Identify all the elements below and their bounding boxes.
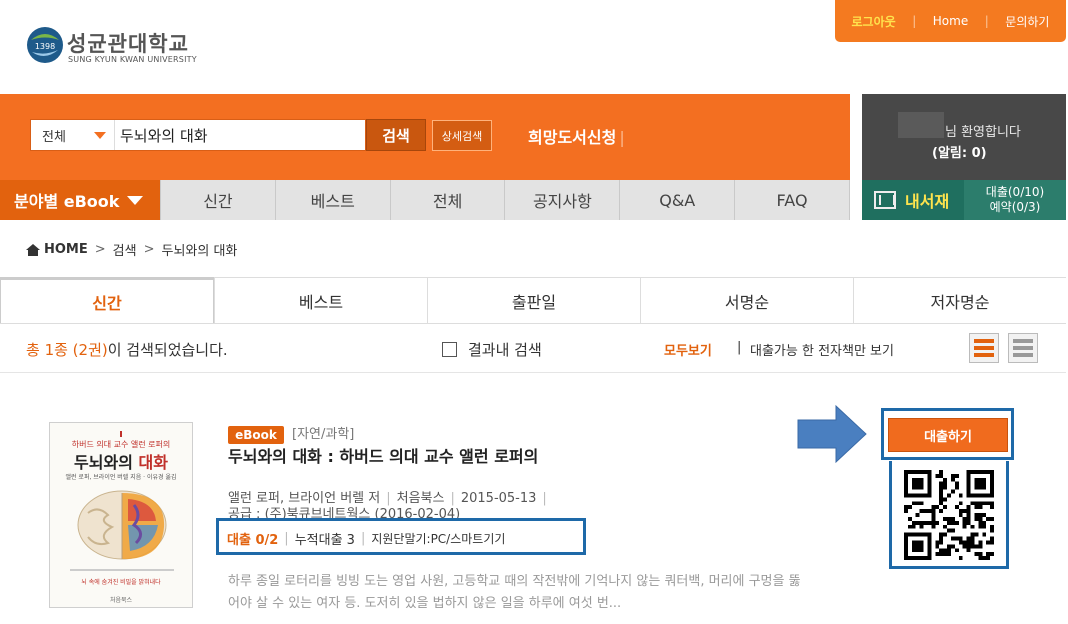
- my-shelf-button[interactable]: 내서재: [862, 180, 964, 220]
- university-logo[interactable]: 1398 성균관대학교 SUNG KYUN KWAN UNIVERSITY: [26, 26, 226, 70]
- separator: |: [619, 128, 625, 147]
- home-icon: [26, 244, 40, 256]
- ebook-badge: eBook: [228, 426, 284, 444]
- logout-link[interactable]: 로그아웃: [852, 13, 896, 30]
- inquiry-link[interactable]: 문의하기: [1005, 13, 1049, 30]
- result-count-suffix: 이 검색되었습니다.: [107, 341, 228, 359]
- sort-tab-author[interactable]: 저자명순: [853, 278, 1066, 323]
- search-scope-value: 전체: [42, 130, 66, 145]
- cover-text-line: [70, 569, 174, 571]
- cumulative-loans: 누적대출 3: [294, 533, 355, 548]
- username-redacted: [898, 112, 944, 138]
- grid-view-icon[interactable]: [1008, 333, 1038, 363]
- breadcrumb-search[interactable]: 검색: [113, 240, 137, 259]
- dropdown-arrow-icon: [94, 132, 106, 139]
- logo-emblem-icon: 1398: [27, 27, 63, 63]
- book-description: 하루 종일 로터리를 빙빙 도는 영업 사원, 고등학교 때의 작전밖에 기억나…: [228, 574, 801, 611]
- welcome-text: 님 환영합니다: [945, 125, 1021, 140]
- borrow-button[interactable]: 대출하기: [888, 418, 1008, 452]
- pointer-arrow-icon: [797, 404, 867, 464]
- reservation-count: 예약(0/3): [989, 200, 1041, 214]
- cover-authors: 앨런 로퍼, 브라이언 버렐 지음 · 이유경 옮김: [65, 474, 177, 481]
- hope-book-request-label: 희망도서신청: [528, 128, 617, 147]
- sort-tabs: 신간 베스트 출판일 서명순 저자명순: [0, 277, 1066, 324]
- search-button[interactable]: 검색: [366, 119, 426, 151]
- nav-tab-all[interactable]: 전체: [389, 180, 505, 220]
- sort-tab-title[interactable]: 서명순: [640, 278, 853, 323]
- book-date: 2015-05-13: [460, 491, 537, 506]
- sort-tab-pubdate[interactable]: 출판일: [427, 278, 640, 323]
- separator: |: [737, 340, 742, 355]
- bookshelf-icon: [874, 191, 896, 209]
- list-view-icon[interactable]: [969, 333, 999, 363]
- logo-english-name: SUNG KYUN KWAN UNIVERSITY: [68, 55, 197, 64]
- alert-count[interactable]: (알림: 0): [932, 142, 987, 161]
- nav-tab-new[interactable]: 신간: [160, 180, 275, 220]
- cover-title: 두뇌와의 대화: [74, 453, 168, 472]
- book-cover[interactable]: 하버드 의대 교수 앨런 로퍼의 두뇌와의 대화 앨런 로퍼, 브라이언 버렐 …: [49, 422, 193, 608]
- breadcrumb-home[interactable]: HOME: [44, 242, 88, 257]
- breadcrumb: HOME > 검색 > 두뇌와의 대화: [26, 240, 237, 259]
- breadcrumb-current: 두뇌와의 대화: [161, 244, 238, 259]
- nav-tab-qna[interactable]: Q&A: [619, 180, 735, 220]
- nav-tab-best[interactable]: 베스트: [274, 180, 390, 220]
- logo-name: 성균관대학교: [67, 32, 189, 56]
- separator: |: [542, 491, 547, 506]
- main-nav: 신간 베스트 전체 공지사항 Q&A FAQ: [160, 180, 850, 220]
- separator: |: [984, 14, 989, 28]
- loan-status-line: 대출 0/2 | 누적대출 3 | 지원단말기:PC/스마트기기: [227, 529, 505, 548]
- svg-text:1398: 1398: [35, 42, 55, 51]
- breadcrumb-separator: >: [143, 242, 155, 257]
- result-count-highlight: 총 1종 (2권): [26, 341, 108, 359]
- search-input[interactable]: [120, 121, 360, 149]
- supported-devices: 지원단말기:PC/스마트기기: [371, 532, 506, 546]
- cover-tagline: 뇌 속에 숨겨진 비밀을 밝혀내다: [81, 579, 161, 586]
- my-shelf-label: 내서재: [905, 192, 950, 211]
- book-title[interactable]: 두뇌와의 대화 : 하버드 의대 교수 앨런 로퍼의: [228, 443, 538, 467]
- cover-publisher: 처음북스: [109, 597, 133, 604]
- search-scope-select[interactable]: 전체: [31, 120, 115, 150]
- divider: [0, 372, 1066, 373]
- loan-status: 대출 0/2: [227, 533, 279, 548]
- separator: |: [360, 531, 366, 546]
- loan-status-panel[interactable]: 대출(0/10) 예약(0/3): [964, 180, 1066, 220]
- separator: |: [284, 531, 289, 546]
- top-utility-bar: 로그아웃 | Home | 문의하기: [835, 0, 1066, 42]
- result-count: 총 1종 (2권)이 검색되었습니다.: [26, 339, 228, 360]
- home-link[interactable]: Home: [933, 14, 968, 28]
- dropdown-arrow-icon: [127, 195, 144, 205]
- hope-book-request-link[interactable]: 희망도서신청 |: [528, 124, 625, 148]
- cover-decoration: [120, 431, 122, 437]
- search-within-label[interactable]: 결과내 검색: [468, 339, 542, 360]
- view-all-link[interactable]: 모두보기: [664, 340, 712, 359]
- nav-tab-faq[interactable]: FAQ: [734, 180, 850, 220]
- category-ebook-button[interactable]: 분야별 eBook: [0, 180, 160, 220]
- sort-tab-new[interactable]: 신간: [0, 277, 214, 323]
- sort-tab-best[interactable]: 베스트: [214, 278, 427, 323]
- nav-tab-notice[interactable]: 공지사항: [504, 180, 620, 220]
- advanced-search-button[interactable]: 상세검색: [432, 120, 492, 151]
- search-within-checkbox[interactable]: [442, 342, 457, 357]
- brain-illustration-icon: [77, 490, 167, 560]
- view-available-link[interactable]: 대출가능 한 전자책만 보기: [750, 340, 894, 359]
- loan-count: 대출(0/10): [985, 185, 1045, 199]
- separator: |: [912, 14, 917, 28]
- breadcrumb-separator: >: [94, 242, 106, 257]
- book-category: [자연/과학]: [292, 427, 355, 442]
- qr-code-icon: [904, 470, 994, 560]
- category-ebook-label: 분야별 eBook: [14, 192, 120, 211]
